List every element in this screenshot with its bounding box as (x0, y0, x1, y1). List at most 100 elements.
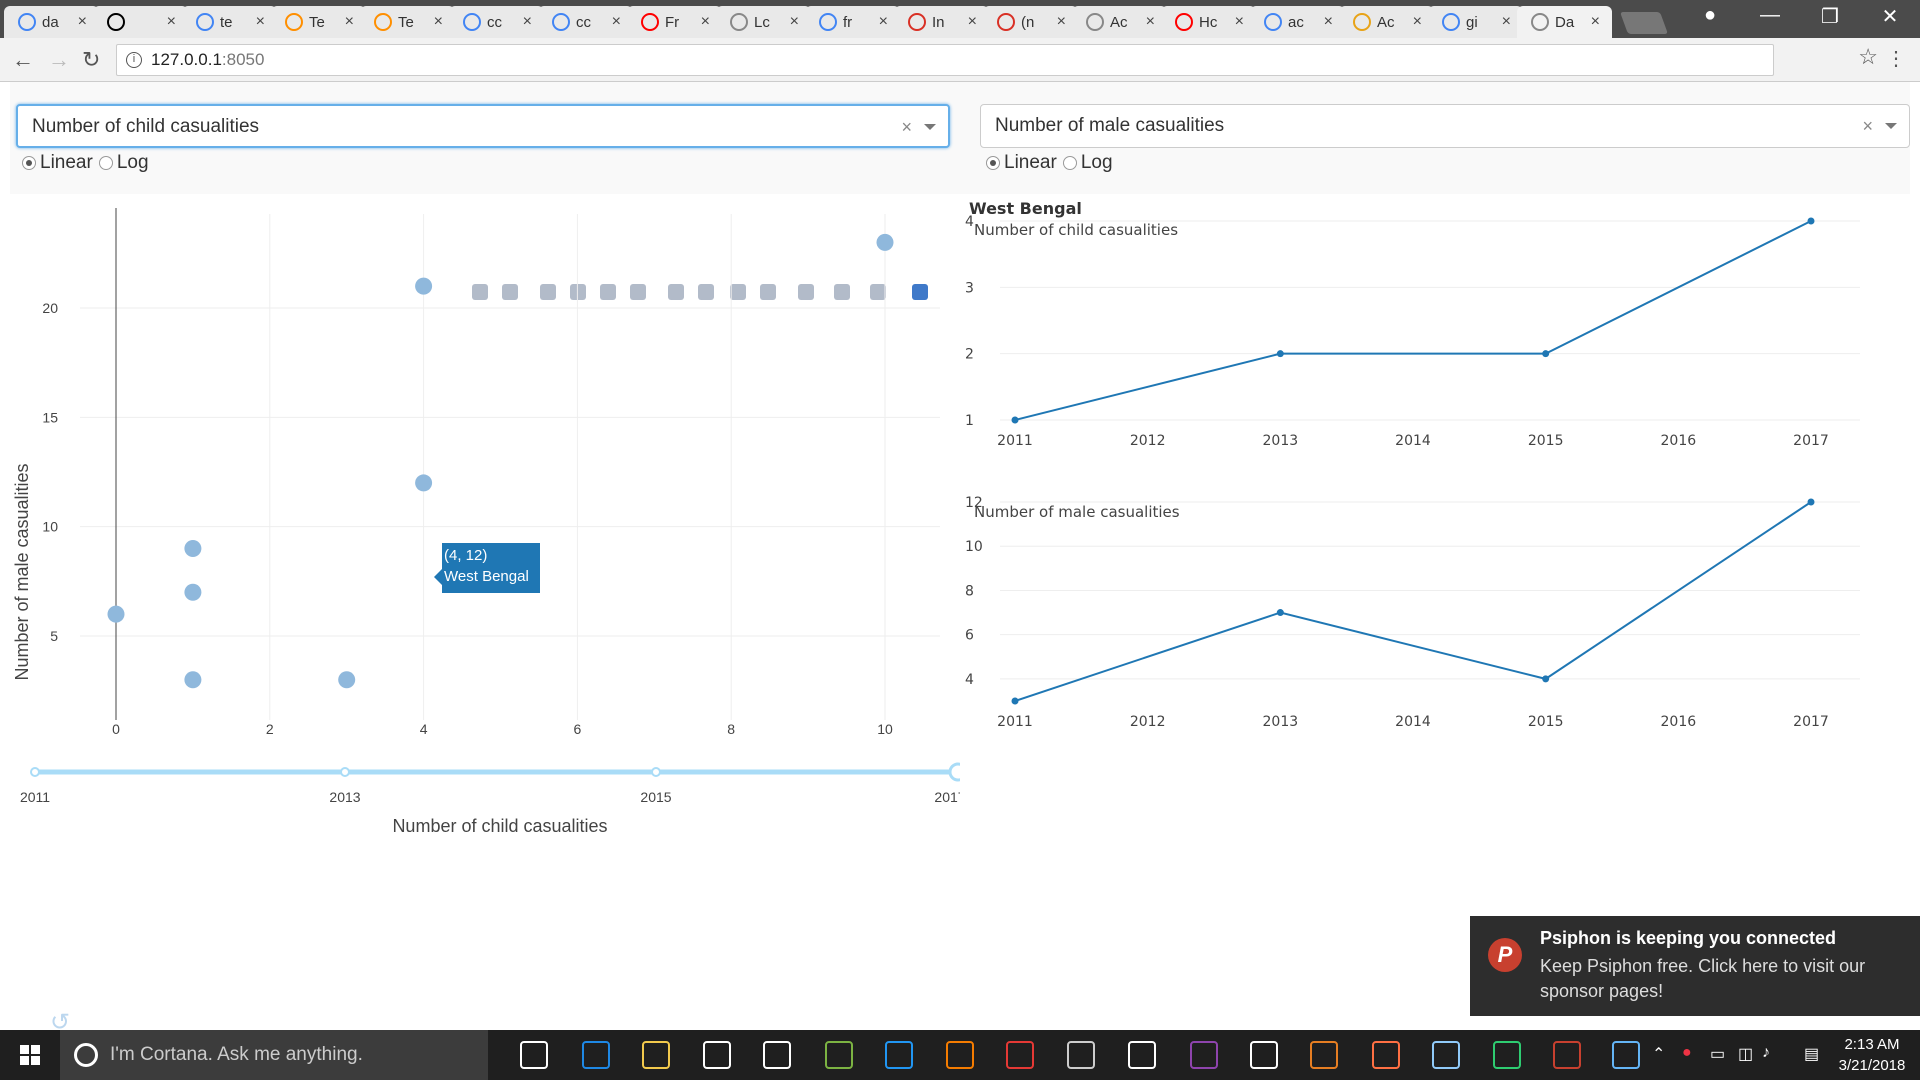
series-point[interactable] (1542, 350, 1550, 358)
scatter-point[interactable] (415, 474, 433, 492)
year-slider[interactable]: 2011 2013 2015 2017 (20, 762, 960, 805)
zoom-icon[interactable] (540, 284, 556, 300)
windows-start-icon[interactable] (0, 1030, 60, 1080)
clear-icon[interactable]: × (901, 106, 912, 148)
browser-tab[interactable]: te × (182, 6, 277, 38)
browser-tab[interactable]: da × (4, 6, 99, 38)
browser-tab[interactable]: Te × (271, 6, 366, 38)
browser-tab[interactable]: Hc × (1161, 6, 1256, 38)
chevron-down-icon[interactable] (924, 124, 936, 130)
series-point[interactable] (1276, 609, 1284, 617)
visual-studio-icon[interactable] (1190, 1041, 1218, 1069)
tray-volume-icon[interactable]: ♪ (1762, 1044, 1770, 1062)
x-log-radio[interactable] (98, 156, 113, 170)
slider-mark[interactable] (30, 767, 40, 777)
tab-close-icon[interactable]: × (701, 13, 710, 31)
tab-close-icon[interactable]: × (612, 13, 621, 31)
notepad-icon[interactable] (1432, 1041, 1460, 1069)
slider-mark[interactable] (948, 762, 960, 782)
tab-close-icon[interactable]: × (434, 13, 443, 31)
series-point[interactable] (1276, 350, 1284, 358)
terminal-icon[interactable] (1067, 1041, 1095, 1069)
tab-close-icon[interactable]: × (1235, 13, 1244, 31)
scatter-point[interactable] (184, 583, 202, 601)
browser-tab[interactable]: Te × (360, 6, 455, 38)
tab-close-icon[interactable]: × (1057, 13, 1066, 31)
app-icon[interactable] (946, 1041, 974, 1069)
scatter-plot[interactable]: 0 2 4 6 8 10 5 10 15 20 Number of child casualiti… (0, 194, 960, 934)
maximize-icon[interactable]: ❐ (1800, 4, 1860, 29)
tab-close-icon[interactable]: × (790, 13, 799, 31)
file-explorer-icon[interactable] (642, 1041, 670, 1069)
pan-icon[interactable] (570, 284, 586, 300)
clear-icon[interactable]: × (1862, 105, 1873, 147)
plotly-logo-icon[interactable] (912, 284, 928, 300)
psiphon-app-icon[interactable] (1553, 1041, 1581, 1069)
camera-app-icon[interactable] (763, 1041, 791, 1069)
tab-close-icon[interactable]: × (968, 13, 977, 31)
edge-icon[interactable] (582, 1041, 610, 1069)
camera-icon[interactable] (472, 284, 488, 300)
home-icon[interactable] (760, 284, 776, 300)
git-icon[interactable] (1310, 1041, 1338, 1069)
browser-tab[interactable]: fr × (805, 6, 900, 38)
chevron-down-icon[interactable] (1885, 123, 1897, 129)
browser-tab[interactable]: cc × (449, 6, 544, 38)
series-point[interactable] (1011, 416, 1019, 424)
pycharm-icon[interactable] (1493, 1041, 1521, 1069)
browser-tab[interactable]: × (93, 6, 188, 38)
x-linear-radio[interactable] (22, 156, 36, 170)
browser-tab[interactable]: Fr × (627, 6, 722, 38)
tab-close-icon[interactable]: × (78, 13, 87, 31)
browser-tab[interactable]: Ac × (1339, 6, 1434, 38)
zoom-out-icon[interactable] (698, 284, 714, 300)
reload-icon[interactable]: ↻ (82, 47, 100, 73)
tray-notification-icon[interactable]: ▤ (1804, 1044, 1819, 1064)
series-point[interactable] (1542, 675, 1550, 683)
scatter-point[interactable] (415, 277, 433, 295)
browser-tab[interactable]: cc × (538, 6, 633, 38)
slider-mark[interactable] (651, 767, 661, 777)
series-point[interactable] (1807, 217, 1815, 225)
site-info-icon[interactable]: i (126, 52, 142, 68)
chrome-menu-icon[interactable]: ⋮ (1886, 46, 1906, 71)
notification-body[interactable]: Keep Psiphon free. Click here to visit o… (1540, 954, 1900, 1004)
lasso-icon[interactable] (630, 284, 646, 300)
browser-tab[interactable]: gi × (1428, 6, 1523, 38)
android-studio-icon[interactable] (825, 1041, 853, 1069)
spike-lines-icon[interactable] (798, 284, 814, 300)
scatter-point[interactable] (184, 671, 202, 689)
browser-tab[interactable]: Da × (1517, 6, 1612, 38)
tray-up-arrow-icon[interactable]: ⌃ (1652, 1044, 1665, 1064)
store-icon[interactable] (703, 1041, 731, 1069)
compare-hover-icon[interactable] (834, 284, 850, 300)
browser-tab[interactable]: (n × (983, 6, 1078, 38)
tab-close-icon[interactable]: × (1502, 13, 1511, 31)
autoscale-icon[interactable] (730, 284, 746, 300)
tab-close-icon[interactable]: × (1146, 13, 1155, 31)
y-log-radio[interactable] (1062, 156, 1077, 170)
tab-close-icon[interactable]: × (256, 13, 265, 31)
minimize-icon[interactable]: — (1740, 4, 1800, 27)
profile-icon[interactable]: ● (1680, 4, 1740, 27)
bookmark-star-icon[interactable]: ☆ (1858, 44, 1878, 70)
obs-icon[interactable] (1128, 1041, 1156, 1069)
chrome-icon[interactable] (1006, 1041, 1034, 1069)
scatter-point[interactable] (107, 605, 125, 623)
vscode-icon[interactable] (885, 1041, 913, 1069)
scatter-point[interactable] (184, 540, 202, 558)
settings-icon[interactable] (1250, 1041, 1278, 1069)
tab-close-icon[interactable]: × (523, 13, 532, 31)
save-icon[interactable] (502, 284, 518, 300)
browser-tab[interactable]: Ac × (1072, 6, 1167, 38)
tray-psiphon-icon[interactable]: ● (1682, 1044, 1692, 1062)
browser-tab[interactable]: Lc × (716, 6, 811, 38)
tray-battery-icon[interactable]: ◫ (1738, 1044, 1753, 1064)
y-axis-dropdown[interactable]: Number of male casualities × (980, 104, 1910, 148)
closest-hover-icon[interactable] (870, 284, 886, 300)
zoom-in-icon[interactable] (668, 284, 684, 300)
slider-mark[interactable] (340, 767, 350, 777)
task-view-icon[interactable] (520, 1041, 548, 1069)
psiphon-notification[interactable]: P Psiphon is keeping you connected Keep … (1470, 916, 1920, 1016)
close-window-icon[interactable]: ✕ (1860, 4, 1920, 29)
